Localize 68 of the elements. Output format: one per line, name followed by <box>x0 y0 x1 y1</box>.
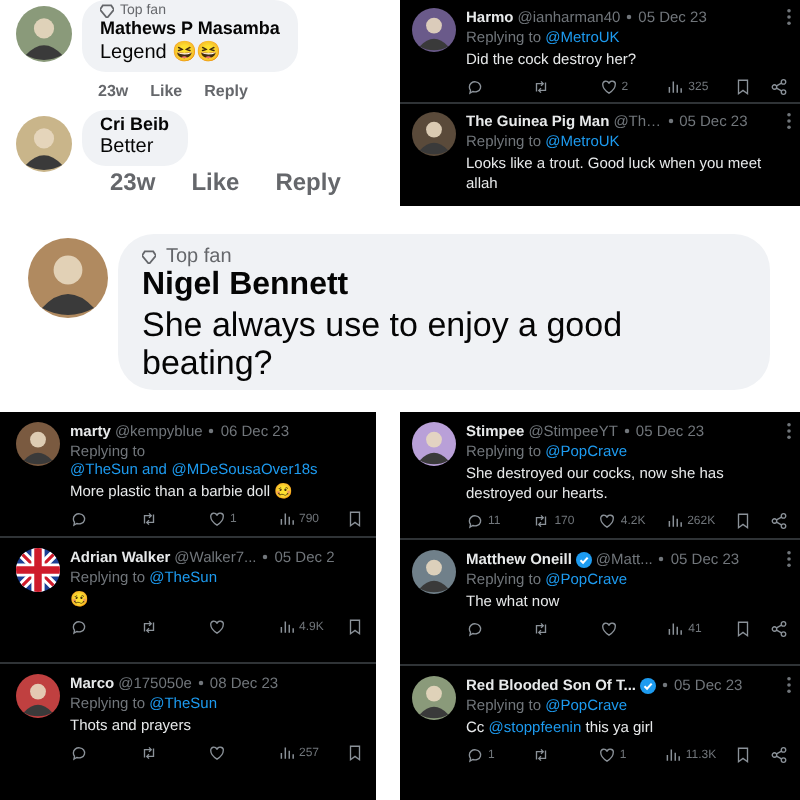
dot-separator-icon <box>658 556 665 562</box>
more-icon[interactable] <box>786 8 792 26</box>
reply-icon[interactable] <box>466 620 484 638</box>
comment-author[interactable]: Cri Beib <box>100 114 170 134</box>
top-fan-label: Top fan <box>166 246 232 268</box>
heart-icon[interactable] <box>599 78 618 96</box>
bar-chart-icon[interactable] <box>666 620 685 638</box>
retweet-icon[interactable] <box>532 512 551 530</box>
bar-chart-icon[interactable] <box>277 618 295 636</box>
heart-icon[interactable] <box>208 744 226 762</box>
comment-time: 23w <box>110 168 156 196</box>
heart-icon[interactable] <box>208 510 226 528</box>
comment-action[interactable]: Reply <box>204 82 248 100</box>
dot-separator-icon <box>208 428 215 434</box>
bar-chart-icon[interactable] <box>666 78 685 96</box>
retweet-icon[interactable] <box>531 746 550 764</box>
bar-chart-icon[interactable] <box>277 510 295 528</box>
diamond-icon <box>100 4 114 18</box>
comment-author[interactable]: Nigel Bennett <box>142 268 742 304</box>
retweet-icon[interactable] <box>139 618 157 636</box>
dot-separator-icon <box>667 118 674 124</box>
comment-text: Legend 😆😆 <box>100 40 223 64</box>
reply-icon[interactable] <box>70 744 88 762</box>
heart-icon[interactable] <box>599 620 618 638</box>
bookmark-icon[interactable] <box>733 620 752 638</box>
dot-separator-icon <box>623 428 630 434</box>
dot-separator-icon <box>626 14 633 20</box>
dot-separator-icon <box>662 682 668 688</box>
reply-icon[interactable] <box>466 746 484 764</box>
share-icon[interactable] <box>769 620 788 638</box>
comment-action[interactable]: Like <box>191 168 240 196</box>
more-icon[interactable] <box>786 676 792 694</box>
bar-chart-icon[interactable] <box>277 744 295 762</box>
more-icon[interactable] <box>786 112 792 130</box>
more-icon[interactable] <box>786 550 792 568</box>
bookmark-icon[interactable] <box>733 78 752 96</box>
more-icon[interactable] <box>786 422 792 440</box>
retweet-icon[interactable] <box>532 620 551 638</box>
reply-icon[interactable] <box>70 618 88 636</box>
retweet-icon[interactable] <box>532 78 551 96</box>
comment-text: She always use to enjoy a good beating? <box>142 306 625 382</box>
bookmark-icon[interactable] <box>346 744 364 762</box>
bookmark-icon[interactable] <box>346 510 364 528</box>
share-icon[interactable] <box>769 512 788 530</box>
reply-icon[interactable] <box>466 512 484 530</box>
dot-separator-icon <box>197 680 204 686</box>
heart-icon[interactable] <box>598 512 617 530</box>
diamond-icon <box>142 250 156 264</box>
reply-icon[interactable] <box>466 78 484 96</box>
comment-action[interactable]: Like <box>150 82 183 100</box>
bar-chart-icon[interactable] <box>663 746 682 764</box>
bookmark-icon[interactable] <box>346 618 364 636</box>
dot-separator-icon <box>262 554 269 560</box>
bookmark-icon[interactable] <box>733 512 752 530</box>
comment-time: 23w <box>98 82 129 100</box>
comment-text: Better <box>100 136 156 158</box>
comment-author[interactable]: Mathews P Masamba <box>100 18 280 38</box>
bookmark-icon[interactable] <box>734 746 753 764</box>
heart-icon[interactable] <box>208 618 226 636</box>
bar-chart-icon[interactable] <box>665 512 684 530</box>
share-icon[interactable] <box>769 78 788 96</box>
comment-action[interactable]: Reply <box>275 168 341 196</box>
retweet-icon[interactable] <box>139 744 157 762</box>
heart-icon[interactable] <box>597 746 616 764</box>
retweet-icon[interactable] <box>139 510 157 528</box>
share-icon[interactable] <box>770 746 788 764</box>
flag-icon <box>16 548 60 592</box>
reply-icon[interactable] <box>70 510 88 528</box>
